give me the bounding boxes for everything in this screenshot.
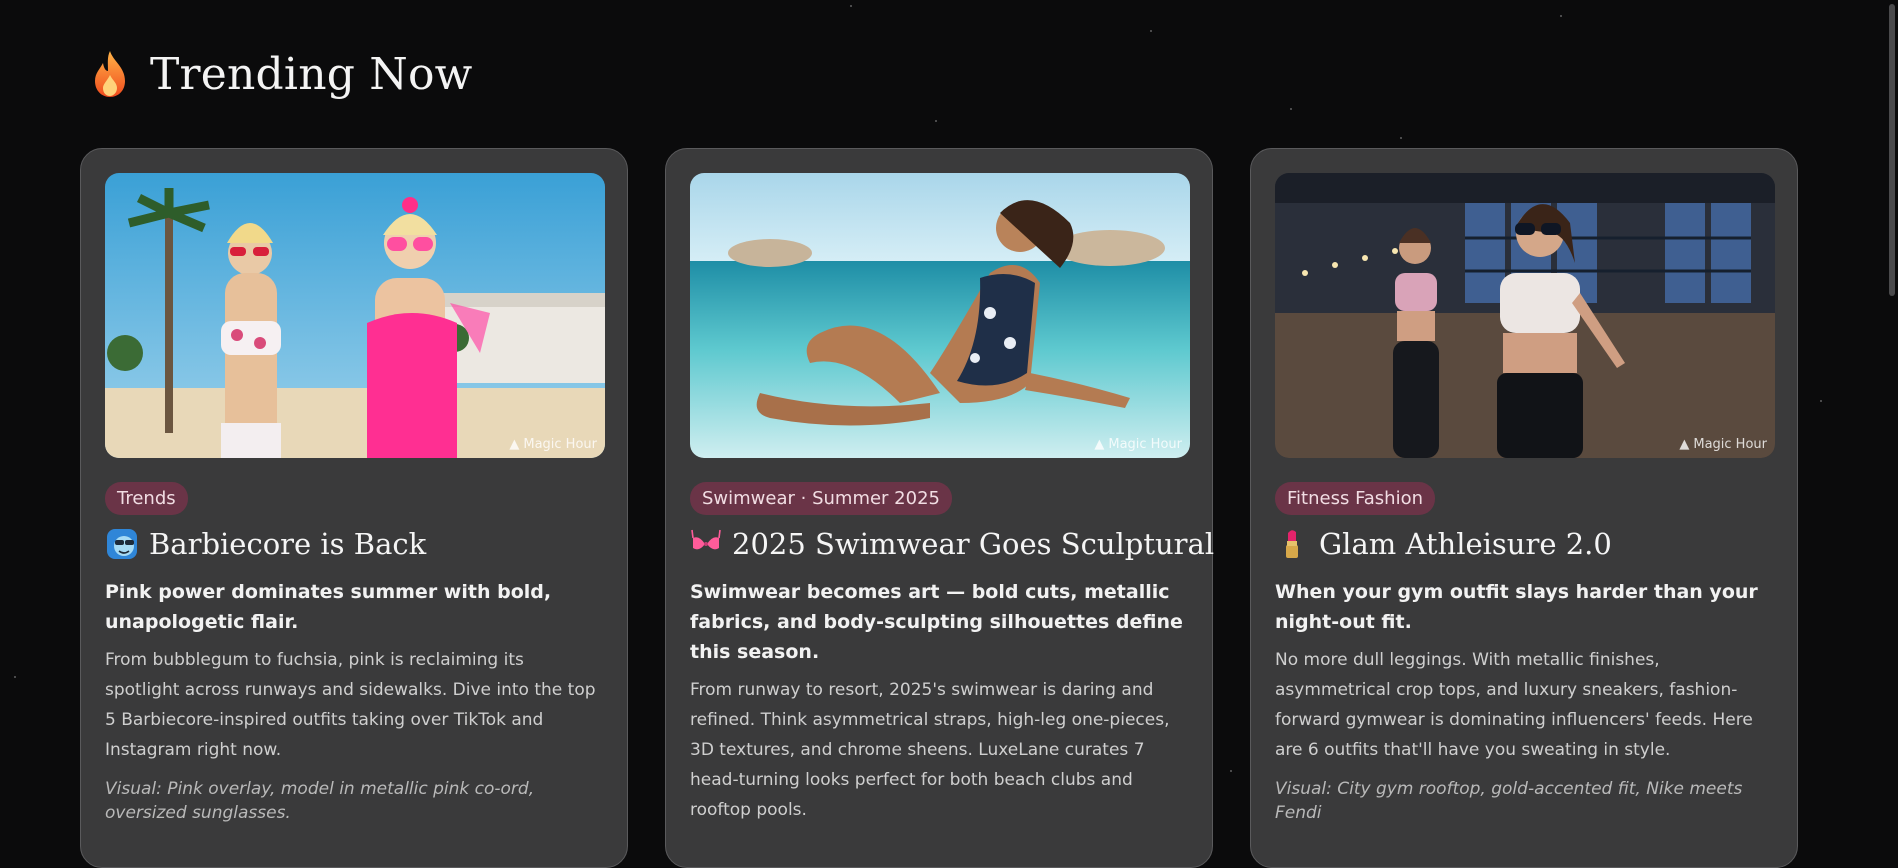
flame-icon xyxy=(90,48,130,100)
card-image[interactable]: ▲ Magic Hour xyxy=(690,173,1190,458)
watermark: ▲ Magic Hour xyxy=(1679,437,1767,452)
page-scrollbar[interactable] xyxy=(1886,0,1898,815)
article-card[interactable]: ▲ Magic Hour Fitness Fashion Glam Athlei… xyxy=(1250,148,1798,868)
card-title[interactable]: Barbiecore is Back xyxy=(149,527,426,561)
card-subtitle: Pink power dominates summer with bold, u… xyxy=(105,581,552,633)
sunglasses-face-icon xyxy=(105,527,139,561)
card-subtitle: Swimwear becomes art — bold cuts, metall… xyxy=(690,581,1183,663)
card-title-row: Glam Athleisure 2.0 xyxy=(1275,527,1773,561)
card-title-row: 2025 Swimwear Goes Sculptural xyxy=(690,527,1214,561)
card-title[interactable]: Glam Athleisure 2.0 xyxy=(1319,527,1612,561)
card-title-row: Barbiecore is Back xyxy=(105,527,603,561)
card-image[interactable]: ▲ Magic Hour xyxy=(105,173,605,458)
category-tag[interactable]: Fitness Fashion xyxy=(1275,482,1436,515)
article-card[interactable]: ▲ Magic Hour Swimwear · Summer 2025 2025… xyxy=(665,148,1214,868)
magic-hour-logo-icon: ▲ xyxy=(509,437,520,452)
magic-hour-logo-icon: ▲ xyxy=(1094,437,1105,452)
card-visual-note: Visual: Pink overlay, model in metallic … xyxy=(105,779,535,823)
card-image[interactable]: ▲ Magic Hour xyxy=(1275,173,1775,458)
bikini-top-icon xyxy=(690,527,722,561)
category-tag[interactable]: Trends xyxy=(105,482,188,515)
section-title: Trending Now xyxy=(150,48,473,100)
card-title[interactable]: 2025 Swimwear Goes Sculptural xyxy=(732,527,1214,561)
magic-hour-logo-icon: ▲ xyxy=(1679,437,1690,452)
card-body: From runway to resort, 2025's swimwear i… xyxy=(690,680,1170,820)
card-body: No more dull leggings. With metallic fin… xyxy=(1275,650,1753,760)
article-card[interactable]: ▲ Magic Hour Trends Barbiecore is Back P… xyxy=(80,148,628,868)
scrollbar-thumb[interactable] xyxy=(1889,4,1895,296)
card-visual-note: Visual: City gym rooftop, gold-accented … xyxy=(1275,779,1743,823)
section-heading: Trending Now xyxy=(90,48,473,100)
watermark: ▲ Magic Hour xyxy=(509,437,597,452)
trending-cards: ▲ Magic Hour Trends Barbiecore is Back P… xyxy=(80,148,1798,868)
lipstick-icon xyxy=(1275,527,1309,561)
watermark: ▲ Magic Hour xyxy=(1094,437,1182,452)
card-body: From bubblegum to fuchsia, pink is recla… xyxy=(105,650,596,760)
card-subtitle: When your gym outfit slays harder than y… xyxy=(1275,581,1758,633)
category-tag[interactable]: Swimwear · Summer 2025 xyxy=(690,482,952,515)
